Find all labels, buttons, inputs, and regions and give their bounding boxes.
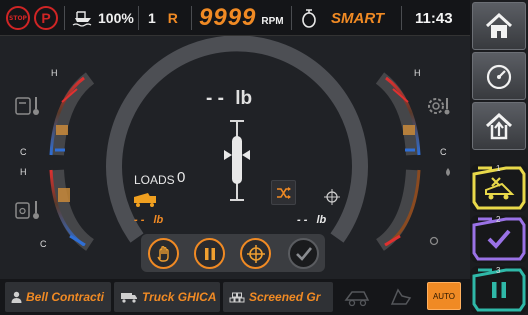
right-bottom-gauge: [375, 169, 421, 251]
fuel-percent: 100%: [98, 10, 134, 26]
confirm-button[interactable]: [288, 238, 319, 269]
operator-selector[interactable]: Bell Contracti: [5, 282, 111, 312]
payload-weight-unit: lb: [235, 88, 253, 109]
rpm-value: 9999: [199, 4, 257, 31]
right-weight-unit: lb: [316, 214, 327, 226]
pause-button[interactable]: [194, 238, 225, 269]
left-weight-readout: - - lb: [134, 214, 163, 226]
selector-2[interactable]: 2: [470, 215, 528, 263]
payload-weight: - - lb: [206, 88, 252, 110]
dump-truck-icon: [134, 193, 156, 207]
operator-name: Bell Contracti: [26, 290, 105, 304]
check-icon: [295, 246, 312, 261]
selector-1-number: 1: [496, 164, 501, 173]
home-icon: [485, 12, 513, 38]
pause-icon: [204, 247, 215, 260]
selector-3[interactable]: 3: [470, 266, 528, 314]
rpm-unit: RPM: [261, 15, 284, 27]
clock: 11:43: [415, 0, 453, 36]
left-bottom-high-label: H: [20, 167, 27, 177]
rpm-readout: 9999 RPM: [199, 0, 284, 36]
right-weight-value: - -: [297, 214, 308, 226]
mode-readout: SMART: [300, 0, 384, 36]
tip-button[interactable]: [383, 282, 419, 312]
material-name: Screened Gr: [249, 290, 321, 304]
speedometer-icon: [486, 64, 512, 89]
dump-weigh-icon: [344, 291, 370, 307]
left-weight-value: - -: [134, 214, 145, 226]
dashboard-screen: STOP P 100% 1 R 9999 RPM SMART 11:43 H C…: [0, 0, 528, 315]
time-display: 11:43: [415, 9, 453, 27]
left-bottom-low-label: C: [40, 239, 47, 249]
bottom-bar: Bell Contracti Truck GHICA Screened Gr: [0, 279, 470, 315]
loads-count: 0: [177, 169, 186, 186]
pause-icon: [492, 282, 506, 298]
speedometer-button[interactable]: [472, 52, 526, 100]
payload-weight-value: - -: [206, 88, 224, 109]
truck-name: Truck GHICA: [142, 290, 217, 304]
left-weight-unit: lb: [153, 214, 164, 226]
engine-mode-icon: [302, 9, 316, 28]
transmission-temperature-icon: [428, 98, 450, 115]
person-icon: [11, 291, 22, 303]
hydraulic-temperature-icon: [15, 201, 39, 219]
shuffle-icon: [276, 186, 291, 199]
gear-direction: R: [167, 10, 178, 26]
stop-icon: STOP: [6, 6, 30, 30]
selector-1[interactable]: 1: [470, 164, 528, 212]
selector-3-number: 3: [496, 266, 501, 275]
right-weight-readout: - - lb: [297, 214, 326, 226]
status-bar: STOP P 100% 1 R 9999 RPM SMART 11:43: [0, 0, 470, 36]
stop-indicator: STOP: [6, 0, 30, 36]
auto-button[interactable]: AUTO: [427, 282, 461, 310]
left-top-low-label: C: [20, 147, 27, 157]
right-top-gauge: [375, 72, 421, 156]
park-brake-indicator: P: [34, 0, 58, 36]
truck-level-indicator: [224, 120, 250, 201]
right-top-low-label: C: [440, 147, 447, 157]
fuel-empty-icon: [429, 236, 439, 246]
hand-stop-icon: [156, 245, 169, 262]
gear-number: 1: [148, 10, 156, 26]
home-button[interactable]: [472, 2, 526, 50]
upload-home-icon: [485, 112, 513, 140]
fuel-level-readout: 100%: [72, 0, 134, 36]
fuel-drop-icon: [446, 168, 450, 176]
side-panel: 1 2 3: [470, 0, 528, 315]
checkmark-icon: [487, 229, 511, 249]
selector-2-number: 2: [496, 215, 501, 224]
material-selector[interactable]: Screened Gr: [223, 282, 333, 312]
dump-weigh-button[interactable]: [340, 282, 376, 312]
right-top-high-label: H: [414, 68, 421, 78]
material-pile-icon: [229, 292, 245, 303]
target-icon: [324, 189, 340, 205]
truck-selector[interactable]: Truck GHICA: [114, 282, 220, 312]
upload-home-button[interactable]: [472, 102, 526, 150]
left-top-gauge: [49, 72, 95, 156]
loads-label: LOADS: [134, 173, 175, 187]
shuffle-button[interactable]: [271, 180, 296, 205]
gear-readout: 1 R: [148, 0, 178, 36]
oil-temperature-icon: [15, 97, 39, 115]
mode-label: SMART: [331, 9, 385, 27]
left-bottom-gauge: [49, 169, 95, 251]
dump-truck-cancel-icon: [485, 177, 515, 200]
truck-icon: [121, 293, 137, 303]
hand-stop-button[interactable]: [148, 238, 179, 269]
auto-label: AUTO: [432, 291, 456, 301]
crosshair-icon: [246, 244, 265, 263]
park-brake-icon: P: [34, 6, 58, 30]
left-top-high-label: H: [51, 68, 58, 78]
hand-tip-icon: [390, 288, 412, 305]
boat-water-icon: [72, 11, 92, 27]
crosshair-button[interactable]: [240, 238, 271, 269]
